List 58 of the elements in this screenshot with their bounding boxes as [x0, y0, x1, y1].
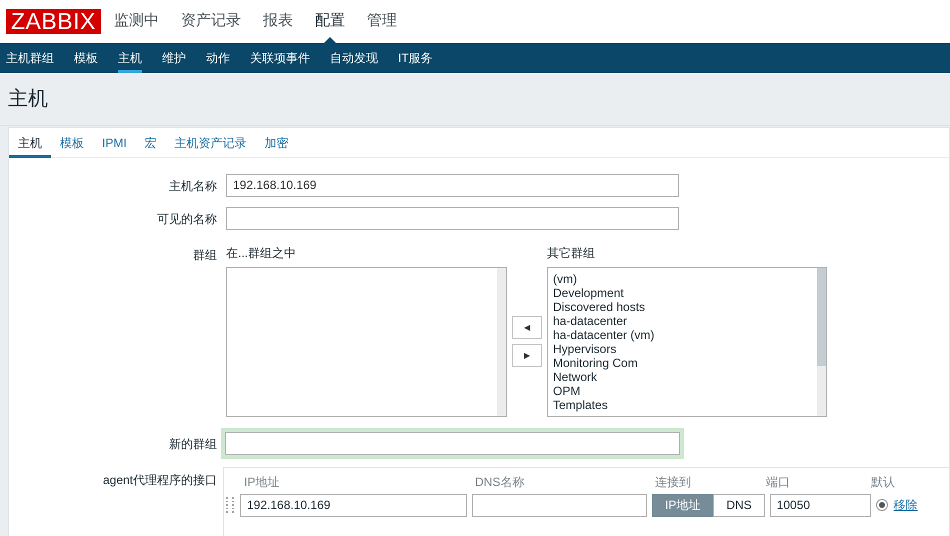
- tab[interactable]: IPMI: [93, 128, 136, 158]
- column-label: 在...群组之中: [226, 245, 298, 262]
- column-header: 默认: [871, 475, 895, 489]
- menu-item[interactable]: 资产记录: [180, 0, 241, 43]
- other-groups-listbox[interactable]: (vm) Development Discovered hosts ha-datacenter ha-datacenter (vm) Hypervisors Monitoring Com Network OPM Templates: [547, 267, 827, 417]
- connect-toggle[interactable]: DNS: [713, 494, 765, 516]
- field-label: 可见的名称: [156, 210, 218, 228]
- scrollbar[interactable]: [497, 268, 506, 416]
- submenu-item[interactable]: 关联项事件: [250, 43, 310, 73]
- menu-item[interactable]: 报表: [262, 0, 293, 43]
- tab[interactable]: 主机: [9, 128, 51, 158]
- tab[interactable]: 模板: [51, 128, 93, 158]
- list-option[interactable]: ha-datacenter: [553, 314, 628, 328]
- field-label: 主机名称: [168, 178, 218, 194]
- tab[interactable]: 加密: [256, 128, 298, 158]
- default-radio[interactable]: [876, 499, 888, 511]
- submenu-item[interactable]: 主机群组: [6, 43, 54, 73]
- submenu-item[interactable]: 主机: [118, 43, 142, 73]
- list-option[interactable]: Hypervisors: [553, 342, 616, 356]
- list-option[interactable]: Discovered hosts: [553, 300, 646, 314]
- tab[interactable]: 宏: [136, 128, 166, 158]
- list-option[interactable]: Templates: [553, 398, 608, 412]
- list-option[interactable]: Monitoring Com: [553, 356, 638, 370]
- list-option[interactable]: Network: [553, 370, 598, 384]
- scrollbar[interactable]: [817, 268, 826, 416]
- dns-name-field[interactable]: [472, 494, 647, 516]
- field-label: 群组: [192, 247, 218, 264]
- submenu-item[interactable]: 自动发现: [330, 43, 378, 73]
- column-header: IP地址: [244, 475, 280, 489]
- menu-item[interactable]: 监测中: [114, 0, 159, 43]
- drag-handle-icon[interactable]: [226, 497, 236, 513]
- port-field[interactable]: 10050: [770, 494, 871, 516]
- visible-name-field[interactable]: [226, 207, 679, 230]
- submenu-item[interactable]: 动作: [206, 43, 230, 73]
- host-name-field[interactable]: 192.168.10.169: [226, 174, 679, 197]
- menu-item[interactable]: 管理: [366, 0, 397, 43]
- move-left-button[interactable]: ◀: [512, 316, 542, 339]
- submenu-item[interactable]: 模板: [74, 43, 98, 73]
- new-group-field[interactable]: [221, 428, 684, 459]
- list-option[interactable]: (vm): [553, 272, 577, 286]
- column-header: DNS名称: [475, 475, 524, 489]
- field-label: agent代理程序的接口: [102, 472, 218, 489]
- list-option[interactable]: Development: [553, 286, 624, 300]
- submenu-item[interactable]: IT服务: [398, 43, 433, 73]
- tab[interactable]: 主机资产记录: [166, 128, 256, 158]
- zabbix-logo[interactable]: ZABBIX: [6, 9, 101, 34]
- column-label: 其它群组: [547, 245, 596, 262]
- page-title: 主机: [8, 87, 48, 112]
- submenu-item[interactable]: 维护: [162, 43, 186, 73]
- list-option[interactable]: ha-datacenter (vm): [553, 328, 654, 342]
- move-right-button[interactable]: ▶: [512, 344, 542, 367]
- column-header: 端口: [766, 475, 790, 489]
- ip-address-field[interactable]: 192.168.10.169: [240, 494, 467, 516]
- list-option[interactable]: OPM: [553, 384, 580, 398]
- in-groups-listbox[interactable]: [226, 267, 507, 417]
- remove-link[interactable]: 移除: [894, 496, 918, 514]
- column-header: 连接到: [655, 475, 691, 489]
- field-label: 新的群组: [168, 436, 218, 452]
